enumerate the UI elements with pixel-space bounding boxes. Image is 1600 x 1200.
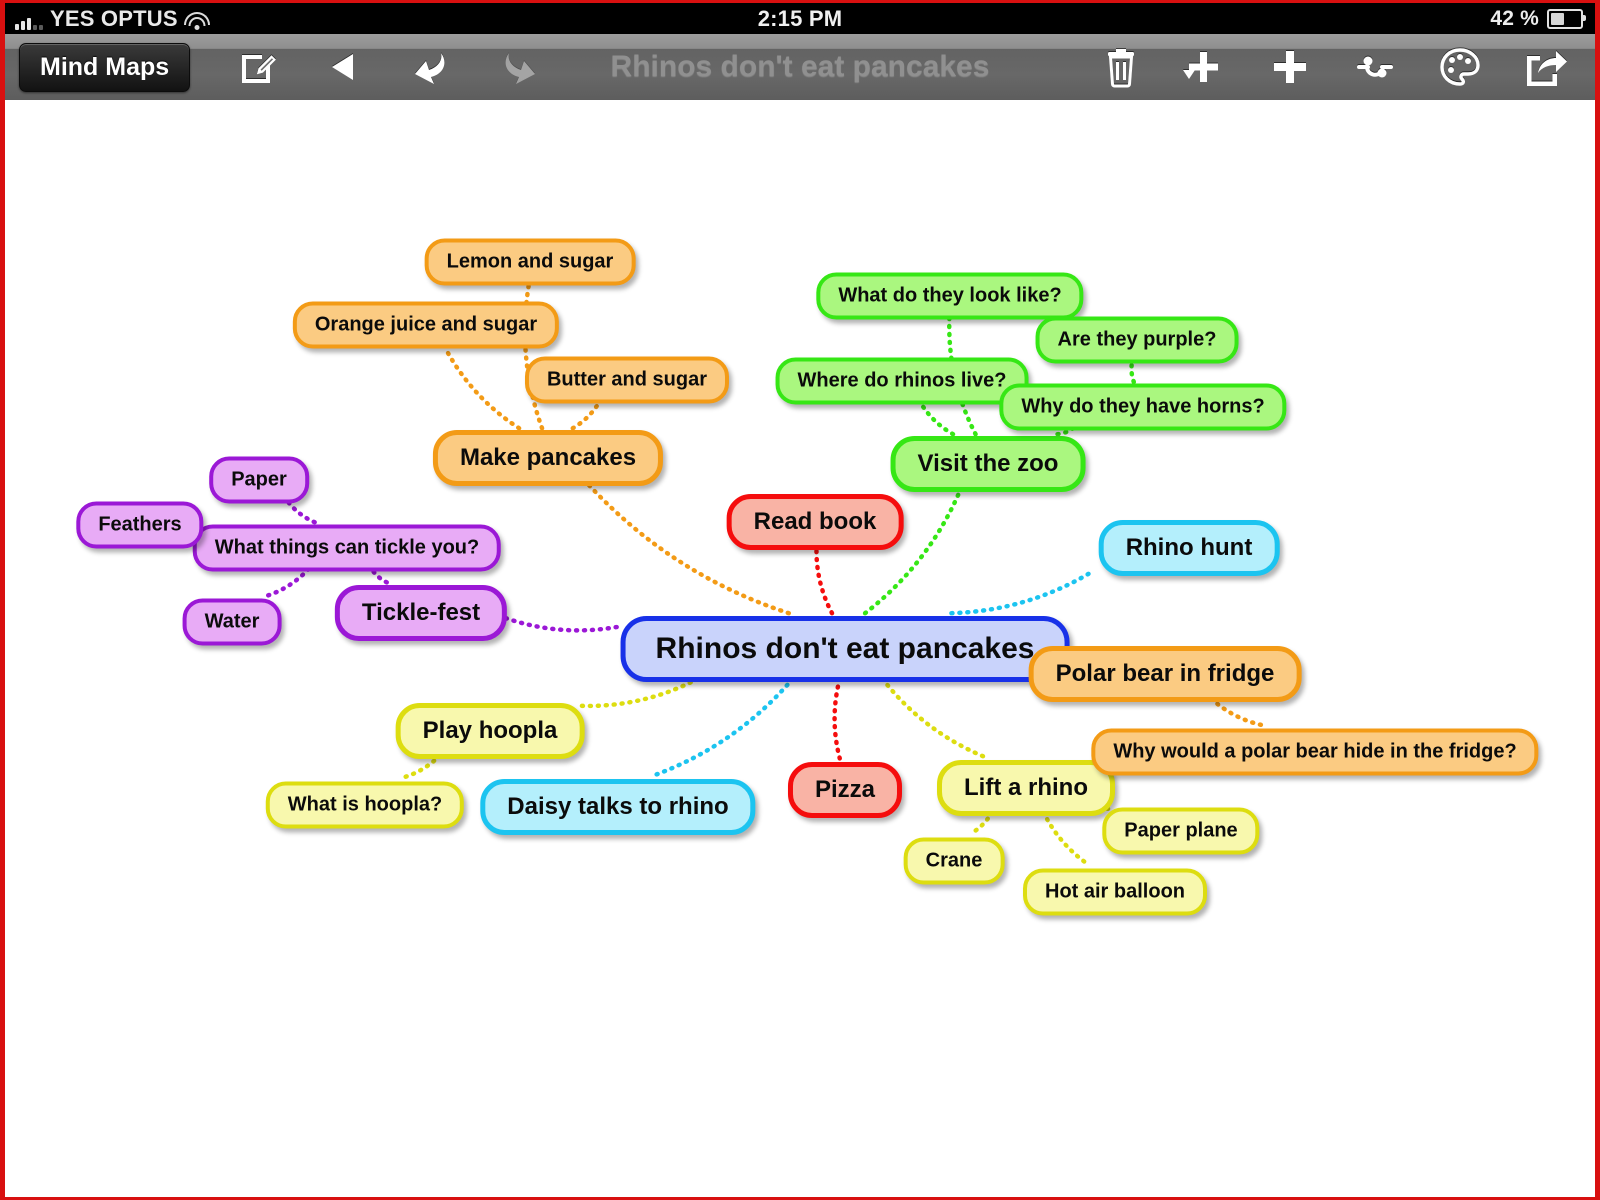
battery-icon — [1547, 8, 1586, 29]
mindmap-node[interactable]: Crane — [903, 837, 1005, 885]
redo-icon[interactable] — [498, 47, 542, 87]
mindmap-edge — [264, 566, 311, 599]
mindmap-node[interactable]: Make pancakes — [432, 430, 664, 486]
mindmap-node[interactable]: Are they purple? — [1035, 316, 1239, 364]
mindmap-node[interactable]: Read book — [726, 494, 904, 550]
mindmap-node[interactable]: Why would a polar bear hide in the fridg… — [1091, 728, 1539, 776]
toolbar-right-icon-group — [1103, 46, 1595, 88]
mindmap-edge — [814, 545, 835, 616]
mindmap-node[interactable]: Orange juice and sugar — [292, 301, 560, 349]
mindmap-edge — [1129, 359, 1137, 385]
undo-icon[interactable] — [408, 47, 452, 87]
mindmap-edge — [501, 615, 619, 633]
mindmap-node[interactable]: Where do rhinos live? — [775, 357, 1029, 405]
share-icon[interactable] — [1523, 47, 1567, 87]
mindmap-node[interactable]: Tickle-fest — [334, 585, 508, 641]
mindmap-node[interactable]: Butter and sugar — [524, 356, 730, 404]
mindmap-node[interactable]: What things can tickle you? — [192, 524, 502, 572]
mindmap-edge — [570, 399, 602, 431]
mindmap-node[interactable]: Hot air balloon — [1023, 868, 1207, 916]
mindmap-edge — [651, 676, 795, 778]
mindmap-node[interactable]: Polar bear in fridge — [1028, 646, 1302, 702]
mindmap-canvas[interactable]: Rhinos don't eat pancakes Make pancakes Le… — [5, 100, 1595, 1197]
mindmap-edge — [1209, 696, 1265, 728]
mindmap-edge — [578, 676, 701, 709]
mindmap-edge — [949, 569, 1094, 616]
mindmap-node[interactable]: Water — [182, 598, 282, 646]
mindmap-edge — [285, 499, 317, 525]
mindmap-node[interactable]: Visit the zoo — [890, 436, 1086, 492]
mindmap-edge — [832, 676, 842, 761]
mindmap-edge — [880, 676, 986, 759]
toolbar-left-icon-group — [238, 47, 542, 87]
mindmap-node[interactable]: Lift a rhino — [937, 760, 1115, 816]
mindmap-edge — [1041, 809, 1091, 867]
mindmap-node[interactable]: What do they look like? — [816, 272, 1084, 320]
add-sibling-icon[interactable] — [1269, 46, 1311, 88]
trash-icon[interactable] — [1103, 46, 1139, 88]
mindmap-node[interactable]: Why do they have horns? — [999, 383, 1287, 431]
status-bar-clock: 2:15 PM — [757, 5, 843, 31]
mindmap-node[interactable]: Daisy talks to rhino — [480, 779, 756, 835]
app-screen: YES OPTUS 2:15 PM 42 % Mind Maps Rhinos … — [0, 0, 1600, 1200]
mindmap-node[interactable]: What is hoopla? — [265, 781, 465, 829]
status-bar: YES OPTUS 2:15 PM 42 % — [5, 3, 1595, 34]
palette-icon[interactable] — [1439, 46, 1481, 88]
app-toolbar: Mind Maps Rhinos don't eat pancakes — [5, 34, 1595, 101]
mindmap-node[interactable]: Pizza — [787, 762, 903, 818]
mindmap-edge — [442, 344, 522, 431]
mindmap-edge — [918, 400, 956, 437]
play-back-icon[interactable] — [324, 48, 362, 86]
compose-icon[interactable] — [238, 47, 278, 87]
mindmap-node[interactable]: Play hoopla — [395, 703, 585, 759]
back-to-mind-maps-button[interactable]: Mind Maps — [19, 42, 191, 92]
mindmap-node[interactable]: Feathers — [76, 501, 204, 549]
add-child-icon[interactable] — [1181, 46, 1227, 88]
mindmap-node[interactable]: Paper — [209, 456, 309, 504]
mindmap-node[interactable]: Paper plane — [1102, 807, 1260, 855]
mindmap-node[interactable]: Rhino hunt — [1098, 520, 1280, 576]
connect-nodes-icon[interactable] — [1353, 48, 1397, 86]
mindmap-root-node[interactable]: Rhinos don't eat pancakes — [620, 616, 1070, 682]
mindmap-node[interactable]: Lemon and sugar — [424, 238, 636, 286]
